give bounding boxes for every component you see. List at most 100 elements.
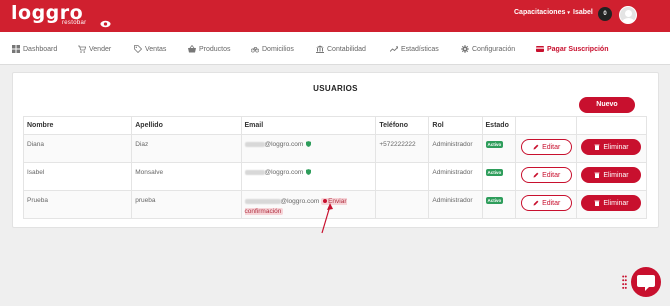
edit-button[interactable]: Editar: [521, 139, 573, 155]
main-nav: Dashboard Vender Ventas Productos Domici…: [0, 32, 670, 65]
eye-icon[interactable]: [100, 20, 111, 28]
card-icon: [536, 46, 544, 52]
delete-button-label: Eliminar: [603, 143, 629, 151]
cell-nombre: Prueba: [22, 190, 133, 219]
table-row: Prueba prueba @loggro.com Enviar confirm…: [22, 190, 647, 219]
table-header-row: Nombre Apellido Email Teléfono Rol Estad…: [22, 116, 647, 135]
nav-configuracion-label: Configuración: [472, 45, 516, 53]
page-title: USUARIOS: [313, 84, 358, 93]
cell-email: @loggro.com Enviar confirmación: [240, 190, 377, 219]
cell-delete: Eliminar: [576, 134, 647, 163]
redacted-email-user: [244, 198, 281, 204]
chevron-down-icon: ▾: [567, 10, 570, 16]
cell-estado: Activo: [481, 162, 517, 191]
table-row: Isabel Monsalve @loggro.com Administrado…: [22, 162, 647, 191]
cell-nombre: Diana: [22, 134, 133, 163]
cell-rol: Administrador: [428, 162, 483, 191]
nav-vender-label: Vender: [89, 45, 112, 53]
nav-ventas[interactable]: Ventas: [134, 44, 166, 54]
column-header-email[interactable]: Email: [240, 116, 377, 135]
top-bar: loggro restobar Capacitaciones ▾ Isabel …: [0, 0, 670, 32]
table-row: Diana Diaz @loggro.com +572222222 Admini…: [22, 134, 647, 163]
cell-apellido: Diaz: [131, 134, 242, 163]
nav-estadisticas-label: Estadísticas: [401, 45, 439, 53]
nav-vender[interactable]: Vender: [78, 44, 111, 54]
verified-shield-icon: [306, 169, 312, 176]
column-header-apellido[interactable]: Apellido: [131, 116, 242, 135]
avatar-body-shape: [622, 18, 635, 23]
cell-delete: Eliminar: [576, 162, 647, 191]
cell-rol: Administrador: [428, 190, 483, 219]
avatar-head-shape: [625, 10, 632, 17]
nav-dashboard[interactable]: Dashboard: [12, 44, 57, 54]
capacitaciones-menu[interactable]: Capacitaciones ▾: [514, 9, 570, 16]
email-domain: @loggro.com: [264, 169, 304, 176]
email-domain: @loggro.com: [264, 141, 304, 148]
cell-delete: Eliminar: [576, 190, 647, 219]
pencil-icon: [533, 200, 539, 206]
column-header-rol[interactable]: Rol: [428, 116, 483, 135]
new-user-button[interactable]: Nuevo: [579, 97, 635, 113]
notification-badge[interactable]: 0: [598, 7, 612, 21]
users-card: USUARIOS Nuevo Nombre Apellido Email Tel…: [12, 72, 659, 228]
column-header-nombre[interactable]: Nombre: [22, 116, 133, 135]
edit-button[interactable]: Editar: [521, 195, 573, 211]
redacted-email-user: [244, 141, 265, 147]
grid-icon: [12, 45, 20, 53]
cell-estado: Activo: [481, 134, 517, 163]
status-badge: Activo: [485, 197, 504, 204]
column-header-delete: [576, 116, 647, 135]
avatar[interactable]: [619, 6, 637, 24]
edit-button-label: Editar: [542, 143, 561, 151]
cell-edit: Editar: [515, 162, 578, 191]
trend-icon: [390, 46, 398, 52]
nav-estadisticas[interactable]: Estadísticas: [390, 44, 439, 54]
nav-domicilios-label: Domicilios: [262, 45, 294, 53]
trash-icon: [594, 144, 600, 150]
delete-button[interactable]: Eliminar: [581, 167, 642, 183]
nav-contabilidad[interactable]: Contabilidad: [316, 44, 366, 54]
cell-email: @loggro.com: [240, 134, 377, 163]
cell-telefono: [375, 190, 430, 219]
delete-button[interactable]: Eliminar: [581, 139, 642, 155]
edit-button-label: Editar: [542, 199, 561, 207]
cell-telefono: [375, 162, 430, 191]
cart-icon: [78, 45, 86, 53]
verified-shield-icon: [306, 141, 312, 148]
pencil-icon: [533, 172, 539, 178]
column-header-edit: [515, 116, 578, 135]
cell-estado: Activo: [481, 190, 517, 219]
user-name[interactable]: Isabel: [573, 9, 593, 16]
chat-button[interactable]: [631, 267, 661, 297]
drag-handle-icon[interactable]: [622, 275, 627, 289]
bank-icon: [316, 45, 324, 53]
column-header-estado[interactable]: Estado: [481, 116, 517, 135]
cell-apellido: prueba: [131, 190, 242, 219]
nav-configuracion[interactable]: Configuración: [461, 44, 515, 54]
cell-edit: Editar: [515, 134, 578, 163]
edit-button-label: Editar: [542, 171, 561, 179]
nav-dashboard-label: Dashboard: [23, 45, 58, 53]
delete-button[interactable]: Eliminar: [581, 195, 642, 211]
annotation-arrow-icon: [321, 203, 333, 234]
edit-button[interactable]: Editar: [521, 167, 573, 183]
nav-productos[interactable]: Productos: [188, 44, 231, 54]
pencil-icon: [533, 144, 539, 150]
cell-nombre: Isabel: [22, 162, 133, 191]
cell-edit: Editar: [515, 190, 578, 219]
nav-ventas-label: Ventas: [145, 45, 167, 53]
email-domain: @loggro.com: [280, 198, 320, 205]
cell-rol: Administrador: [428, 134, 483, 163]
status-badge: Activo: [485, 169, 504, 176]
nav-productos-label: Productos: [199, 45, 231, 53]
nav-pagar-suscripcion[interactable]: Pagar Suscripción: [536, 44, 608, 54]
nav-domicilios[interactable]: Domicilios: [251, 44, 294, 54]
column-header-telefono[interactable]: Teléfono: [375, 116, 430, 135]
chat-bubble-icon: [637, 275, 655, 291]
trash-icon: [594, 172, 600, 178]
cell-telefono: +572222222: [375, 134, 430, 163]
users-table: Nombre Apellido Email Teléfono Rol Estad…: [22, 116, 647, 219]
trash-icon: [594, 200, 600, 206]
tag-icon: [134, 45, 142, 53]
status-badge: Activo: [485, 141, 504, 148]
